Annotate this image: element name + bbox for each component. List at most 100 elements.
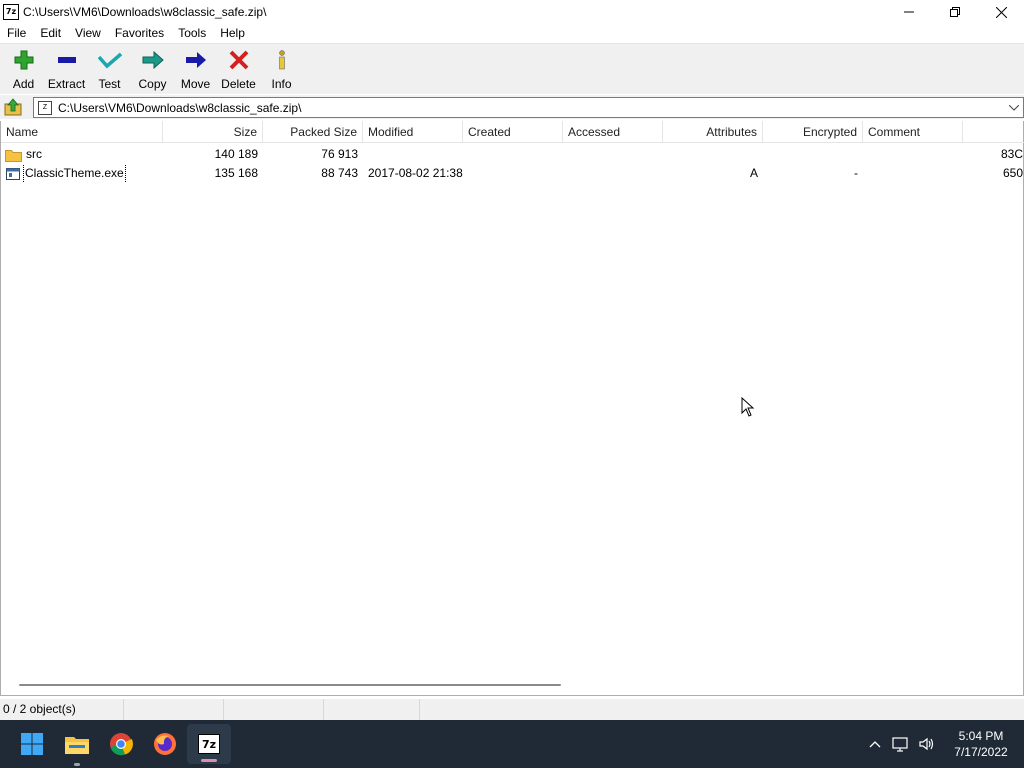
- firefox-icon: [154, 733, 176, 755]
- accessed-cell: [563, 164, 663, 183]
- table-row[interactable]: src 140 189 76 913 83C: [1, 145, 1024, 164]
- column-header-attributes[interactable]: Attributes: [663, 121, 763, 143]
- info-icon: [269, 48, 295, 72]
- restore-icon: [950, 7, 960, 17]
- status-bar: 0 / 2 object(s) selected: [0, 699, 1024, 737]
- status-packed: [224, 699, 324, 720]
- name-cell: src: [1, 145, 163, 164]
- close-button[interactable]: [978, 0, 1024, 24]
- address-bar: Z C:\Users\VM6\Downloads\w8classic_safe.…: [0, 95, 1024, 119]
- clock[interactable]: 5:04 PM 7/17/2022: [946, 728, 1016, 760]
- title-bar: 7z C:\Users\VM6\Downloads\w8classic_safe…: [0, 0, 1024, 24]
- column-header-size[interactable]: Size: [163, 121, 263, 143]
- comment-cell: [863, 164, 963, 183]
- close-icon: [995, 6, 1007, 18]
- column-header-modified[interactable]: Modified: [363, 121, 463, 143]
- status-selection: 0 / 2 object(s) selected: [0, 699, 124, 737]
- path-field[interactable]: Z C:\Users\VM6\Downloads\w8classic_safe.…: [33, 97, 1024, 118]
- crc-cell: 650: [1002, 166, 1023, 180]
- clock-time: 5:04 PM: [958, 729, 1004, 743]
- size-cell: 140 189: [214, 147, 258, 161]
- file-list[interactable]: Name Size Packed Size Modified Created A…: [0, 121, 1024, 696]
- menu-bar: File Edit View Favorites Tools Help: [0, 24, 1024, 43]
- delete-x-icon: [226, 48, 252, 72]
- windows-logo-icon: [21, 733, 43, 755]
- comment-cell: [863, 145, 963, 164]
- extract-button[interactable]: Extract: [45, 44, 88, 92]
- running-indicator: [74, 763, 80, 766]
- taskbar-file-explorer[interactable]: [55, 720, 99, 768]
- taskbar-chrome[interactable]: [99, 720, 143, 768]
- column-header-packed-size[interactable]: Packed Size: [263, 121, 363, 143]
- clock-date: 7/17/2022: [954, 745, 1008, 759]
- attributes-cell: [663, 145, 763, 164]
- network-button[interactable]: [889, 732, 913, 756]
- info-label: Info: [271, 77, 292, 91]
- file-name: src: [26, 147, 42, 161]
- active-indicator: [201, 759, 217, 762]
- minimize-icon: [904, 11, 914, 13]
- status-modified: [324, 699, 420, 720]
- sevenzip-icon: 7z: [198, 734, 220, 754]
- menu-help[interactable]: Help: [213, 24, 252, 43]
- column-header-encrypted[interactable]: Encrypted: [763, 121, 863, 143]
- table-row[interactable]: ClassicTheme.exe 135 168 88 743 2017-08-…: [1, 164, 1024, 183]
- menu-file[interactable]: File: [0, 24, 33, 43]
- column-header-created[interactable]: Created: [463, 121, 563, 143]
- info-button[interactable]: Info: [260, 44, 303, 92]
- copy-button[interactable]: Copy: [131, 44, 174, 92]
- window-controls: [886, 0, 1024, 24]
- delete-label: Delete: [221, 77, 256, 91]
- show-hidden-icons-button[interactable]: [863, 732, 887, 756]
- taskbar-7zip[interactable]: 7z: [187, 724, 231, 764]
- taskbar-firefox[interactable]: [143, 720, 187, 768]
- menu-tools[interactable]: Tools: [171, 24, 213, 43]
- encrypted-cell: -: [854, 166, 858, 180]
- file-name: ClassicTheme.exe: [23, 164, 126, 183]
- name-cell: ClassicTheme.exe: [1, 164, 163, 183]
- status-extra: [420, 699, 1024, 720]
- created-cell: [463, 145, 563, 164]
- attributes-cell: A: [749, 166, 758, 180]
- volume-button[interactable]: [915, 732, 939, 756]
- column-header-name[interactable]: Name: [1, 121, 163, 143]
- test-label: Test: [98, 77, 121, 91]
- up-folder-icon: [4, 98, 22, 116]
- column-header-accessed[interactable]: Accessed: [563, 121, 663, 143]
- toolbar: Add Extract Test Copy Move Delete Info: [0, 43, 1024, 94]
- minimize-button[interactable]: [886, 0, 932, 24]
- status-size: [124, 699, 224, 720]
- copy-arrow-icon: [140, 48, 166, 72]
- chrome-icon: [110, 733, 133, 756]
- add-label: Add: [12, 77, 35, 91]
- add-button[interactable]: Add: [2, 44, 45, 92]
- chevron-up-icon: [869, 741, 881, 748]
- test-button[interactable]: Test: [88, 44, 131, 92]
- window-title: C:\Users\VM6\Downloads\w8classic_safe.zi…: [23, 5, 267, 19]
- start-button[interactable]: [10, 720, 54, 768]
- archive-icon: Z: [38, 100, 52, 115]
- modified-cell: [363, 145, 463, 164]
- menu-edit[interactable]: Edit: [33, 24, 68, 43]
- column-header-crc[interactable]: [963, 121, 1023, 143]
- encrypted-cell: [763, 145, 863, 164]
- app-icon: 7z: [3, 4, 19, 20]
- scrollbar-thumb[interactable]: [19, 684, 561, 686]
- checkmark-icon: [97, 48, 123, 72]
- path-dropdown-button[interactable]: [1008, 101, 1020, 115]
- chevron-down-icon: [1009, 105, 1019, 111]
- restore-button[interactable]: [932, 0, 978, 24]
- move-button[interactable]: Move: [174, 44, 217, 92]
- delete-button[interactable]: Delete: [217, 44, 260, 92]
- column-header-comment[interactable]: Comment: [863, 121, 963, 143]
- menu-view[interactable]: View: [68, 24, 108, 43]
- created-cell: [463, 164, 563, 183]
- crc-cell: 83C: [1000, 147, 1023, 161]
- network-icon: [892, 737, 908, 752]
- move-arrow-icon: [183, 48, 209, 72]
- menu-favorites[interactable]: Favorites: [108, 24, 171, 43]
- horizontal-scrollbar[interactable]: [1, 679, 1023, 691]
- up-folder-button[interactable]: [2, 96, 24, 118]
- path-text: C:\Users\VM6\Downloads\w8classic_safe.zi…: [58, 100, 302, 115]
- packed-size-cell: 88 743: [321, 166, 358, 180]
